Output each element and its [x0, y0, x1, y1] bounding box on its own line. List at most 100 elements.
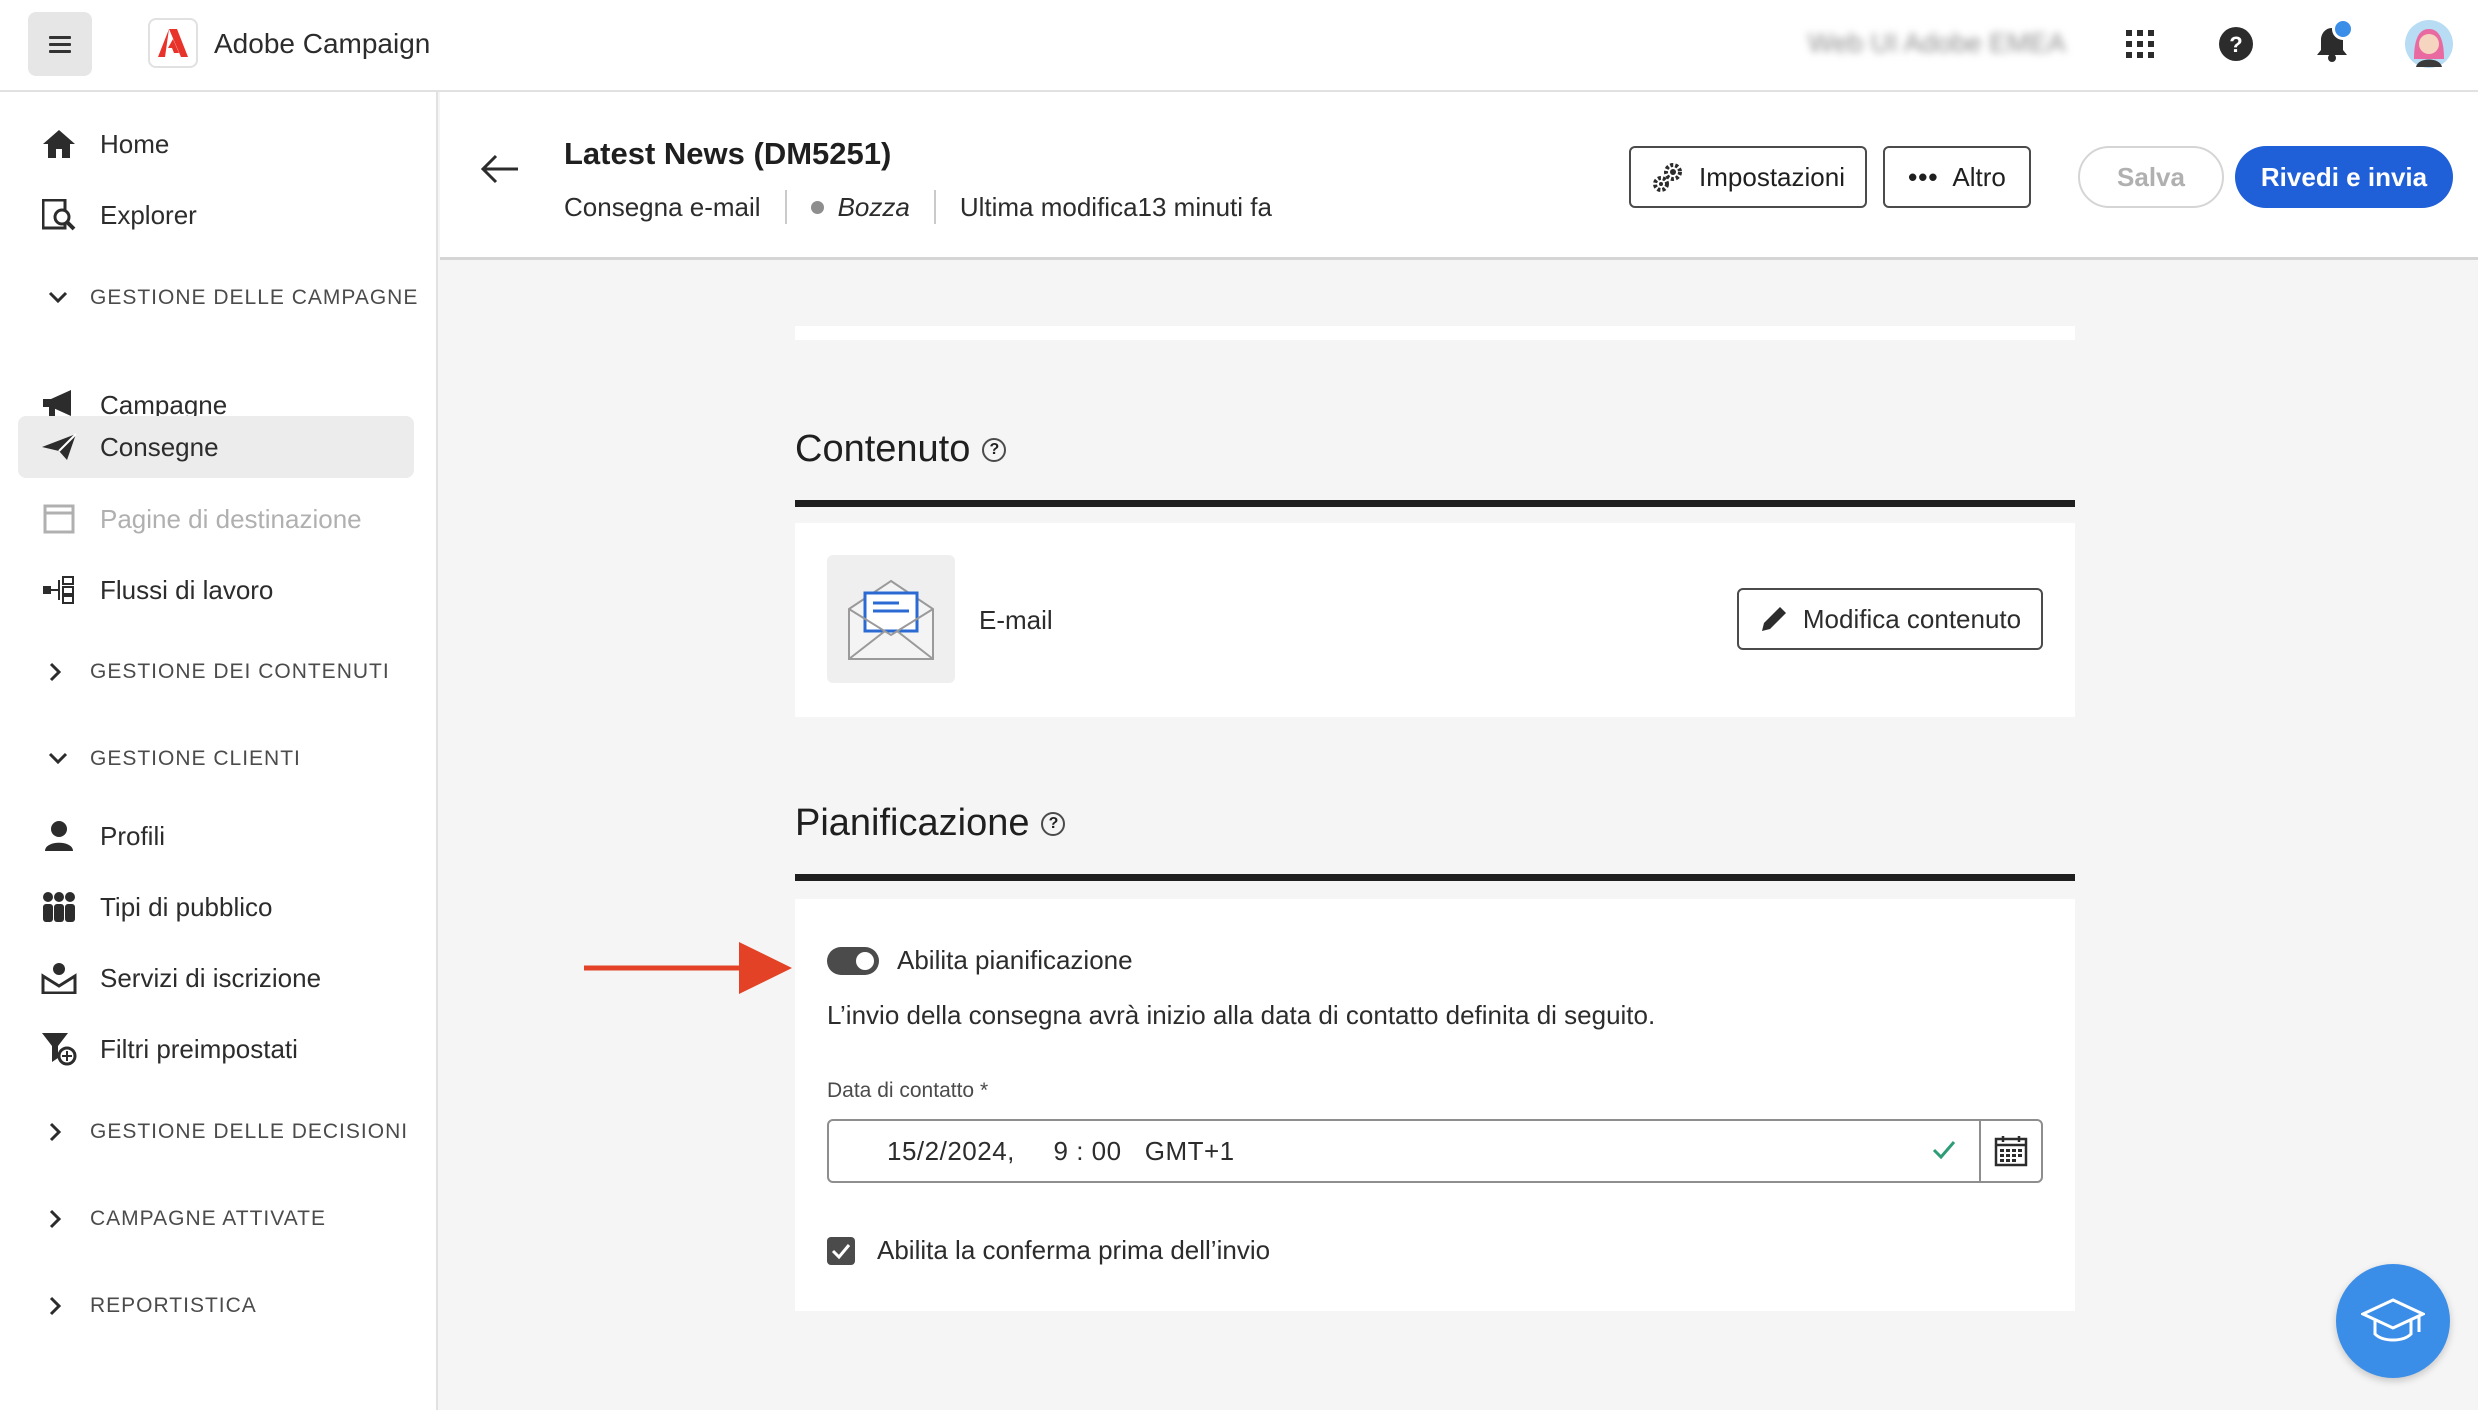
edit-content-button[interactable]: Modifica contenuto [1737, 588, 2043, 650]
section-gestione-decisioni[interactable]: GESTIONE DELLE DECISIONI [48, 1120, 408, 1144]
sidebar-item-pagine-destinazione: Pagine di destinazione [18, 488, 414, 550]
section-reportistica[interactable]: REPORTISTICA [48, 1294, 257, 1318]
confirm-before-send-checkbox[interactable] [827, 1237, 855, 1265]
chevron-right-icon [48, 1209, 90, 1229]
status-badge: Bozza [837, 191, 910, 222]
checkmark-valid-icon [1931, 1137, 1957, 1168]
page-header: Latest News (DM5251) Consegna e-mail Boz… [440, 92, 2478, 260]
apps-grid-icon[interactable] [2118, 22, 2162, 66]
contact-date-value: 15/2/2024, 9 : 00 GMT+1 [887, 1135, 1235, 1166]
section-gestione-contenuti[interactable]: GESTIONE DEI CONTENUTI [48, 660, 390, 684]
sidebar-item-profili[interactable]: Profili [18, 805, 414, 867]
adobe-logo [148, 18, 198, 68]
settings-label: Impostazioni [1699, 161, 1845, 192]
help-circle-icon[interactable]: ? [1041, 811, 1066, 836]
section-gestione-clienti[interactable]: GESTIONE CLIENTI [48, 747, 301, 771]
section-label: GESTIONE DEI CONTENUTI [90, 660, 390, 683]
scheduling-description: L’invio della consegna avrà inizio alla … [827, 1000, 1656, 1030]
notification-badge [2332, 18, 2354, 40]
annotation-arrow-icon [584, 940, 794, 1001]
explorer-icon [18, 199, 100, 231]
section-campagne-attivate[interactable]: CAMPAGNE ATTIVATE [48, 1207, 326, 1231]
menu-button[interactable] [28, 12, 92, 76]
chevron-right-icon [48, 1296, 90, 1316]
back-arrow-icon[interactable] [480, 154, 520, 189]
contact-date-field[interactable]: 15/2/2024, 9 : 00 GMT+1 [827, 1119, 2043, 1183]
last-modified: Ultima modifica13 minuti fa [959, 191, 1272, 222]
sidebar-item-label: Consegne [100, 431, 219, 462]
contact-date-label-text: Data di contatto [827, 1079, 975, 1102]
enable-scheduling-toggle[interactable] [827, 947, 879, 975]
user-avatar[interactable] [2404, 19, 2454, 69]
gears-icon [1651, 160, 1685, 194]
chevron-right-icon [48, 662, 90, 682]
sidebar-item-servizi-iscrizione[interactable]: Servizi di iscrizione [18, 947, 414, 1009]
sidebar-item-label: Pagine di destinazione [100, 503, 362, 534]
contact-date-label: Data di contatto * [827, 1079, 988, 1103]
settings-button[interactable]: Impostazioni [1629, 146, 1867, 208]
sidebar-item-filtri-preimpostati[interactable]: Filtri preimpostati [18, 1018, 414, 1080]
delivery-type: Consegna e-mail [564, 191, 761, 222]
confirm-label: Abilita la conferma prima dell’invio [877, 1235, 1271, 1265]
hamburger-icon [49, 42, 71, 46]
org-switcher[interactable]: Web UI Adobe EMEA [1808, 28, 2066, 59]
pencil-icon [1759, 604, 1789, 634]
scheduling-card: Abilita pianificazione L’invio della con… [795, 899, 2075, 1311]
chevron-down-icon [48, 752, 90, 766]
learning-hub-button[interactable] [2336, 1264, 2450, 1378]
landing-page-icon [18, 504, 100, 534]
section-gestione-campagne[interactable]: GESTIONE DELLE CAMPAGNE [48, 286, 418, 310]
calendar-icon[interactable] [1979, 1121, 2041, 1181]
section-divider [795, 500, 2075, 507]
section-divider [795, 874, 2075, 881]
content-title-text: Contenuto [795, 428, 971, 470]
chevron-right-icon [48, 1122, 90, 1142]
sidebar-item-explorer[interactable]: Explorer [18, 184, 414, 246]
save-button[interactable]: Salva [2078, 146, 2224, 208]
more-label: Altro [1952, 161, 2006, 192]
scheduling-section-title: Pianificazione ? [795, 802, 1066, 845]
content-card: E-mail Modifica contenuto [795, 523, 2075, 717]
channel-label: E-mail [979, 605, 1053, 635]
sidebar-item-label: Tipi di pubblico [100, 891, 273, 922]
more-button[interactable]: ••• Altro [1883, 146, 2031, 208]
workflow-icon [18, 576, 100, 604]
sidebar-item-label: Home [100, 128, 170, 159]
more-icon: ••• [1908, 161, 1939, 192]
user-icon [18, 820, 100, 852]
sidebar-item-flussi-lavoro[interactable]: Flussi di lavoro [18, 559, 414, 621]
review-and-send-button[interactable]: Rivedi e invia [2235, 146, 2453, 208]
page-title: Latest News (DM5251) [564, 136, 892, 171]
section-label: GESTIONE CLIENTI [90, 747, 301, 770]
sidebar-item-home[interactable]: Home [18, 113, 414, 175]
notifications-bell-icon[interactable] [2310, 18, 2354, 66]
help-circle-icon[interactable]: ? [982, 437, 1007, 462]
sidebar-item-label: Explorer [100, 199, 197, 230]
audience-icon [18, 891, 100, 923]
sidebar-item-label: Flussi di lavoro [100, 574, 274, 605]
sidebar-item-label: Servizi di iscrizione [100, 962, 322, 993]
section-label: CAMPAGNE ATTIVATE [90, 1207, 326, 1230]
required-asterisk-icon: * [979, 1079, 989, 1102]
help-icon[interactable]: ? [2214, 22, 2258, 66]
sidebar-item-consegne[interactable]: Consegne [18, 416, 414, 478]
status-dot [810, 200, 824, 214]
sidebar-item-tipi-pubblico[interactable]: Tipi di pubblico [18, 876, 414, 938]
divider [784, 190, 787, 224]
delivery-meta: Consegna e-mail Bozza Ultima modifica13 … [564, 190, 1272, 224]
divider [933, 190, 936, 224]
scheduling-title-text: Pianificazione [795, 802, 1030, 844]
svg-text:?: ? [2229, 32, 2242, 57]
paper-plane-icon [18, 433, 100, 461]
section-label: REPORTISTICA [90, 1294, 257, 1317]
home-icon [18, 129, 100, 159]
section-label: GESTIONE DELLE DECISIONI [90, 1120, 409, 1143]
sidebar-item-label: Filtri preimpostati [100, 1033, 298, 1064]
toggle-label: Abilita pianificazione [897, 945, 1133, 975]
sidebar-item-label: Profili [100, 820, 166, 851]
chevron-down-icon [48, 291, 90, 305]
checkbox-check-icon [831, 1244, 851, 1260]
filter-icon [18, 1032, 100, 1066]
app-title: Adobe Campaign [214, 28, 431, 59]
graduation-cap-icon [2361, 1296, 2425, 1346]
